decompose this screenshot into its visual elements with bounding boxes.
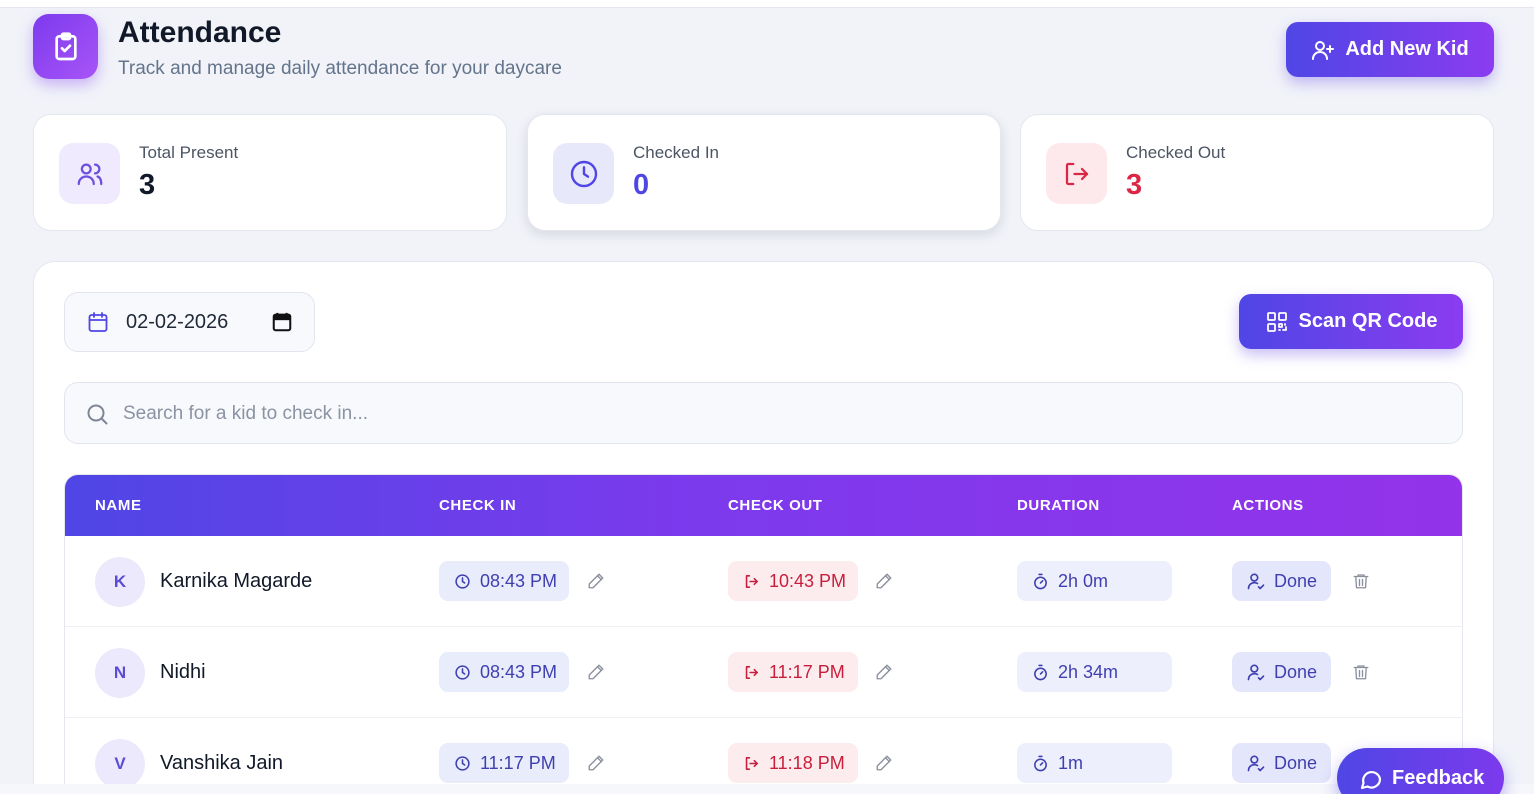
search-input[interactable] bbox=[123, 397, 1423, 431]
check-out-value: 11:18 PM bbox=[769, 752, 845, 773]
top-bar bbox=[0, 0, 1534, 8]
edit-check-in-icon[interactable] bbox=[586, 662, 606, 682]
user-check-icon bbox=[1247, 573, 1265, 590]
clock-icon bbox=[455, 664, 470, 680]
check-out-time: 10:43 PM bbox=[728, 561, 858, 601]
stat-card-checked-out: Checked Out 3 bbox=[1020, 114, 1494, 231]
done-label: Done bbox=[1274, 752, 1318, 773]
column-header-duration: DURATION bbox=[1017, 497, 1100, 514]
duration-value: 1m bbox=[1058, 752, 1084, 773]
duration-badge: 1m bbox=[1017, 743, 1172, 783]
kid-name: Karnika Magarde bbox=[160, 570, 313, 592]
search-bar bbox=[64, 382, 1463, 444]
clock-icon bbox=[553, 143, 614, 204]
users-icon bbox=[59, 143, 120, 204]
stat-label: Checked In bbox=[633, 143, 719, 162]
done-label: Done bbox=[1274, 570, 1318, 591]
calendar-picker-icon[interactable] bbox=[271, 311, 293, 338]
edit-check-out-icon[interactable] bbox=[874, 753, 894, 773]
duration-value: 2h 34m bbox=[1058, 661, 1119, 682]
column-header-check-in: CHECK IN bbox=[439, 497, 517, 514]
done-button[interactable]: Done bbox=[1232, 743, 1331, 783]
check-out-time: 11:18 PM bbox=[728, 743, 858, 783]
avatar: K bbox=[95, 557, 145, 607]
edit-check-out-icon[interactable] bbox=[874, 571, 894, 591]
date-value: 02-02-2026 bbox=[126, 311, 229, 333]
attendance-table: NAME CHECK IN CHECK OUT DURATION ACTIONS… bbox=[64, 474, 1463, 794]
user-check-icon bbox=[1247, 664, 1265, 681]
search-icon bbox=[85, 402, 109, 431]
page-title: Attendance bbox=[118, 16, 282, 49]
check-in-value: 08:43 PM bbox=[480, 661, 558, 682]
duration-value: 2h 0m bbox=[1058, 570, 1109, 591]
scan-qr-code-button[interactable]: Scan QR Code bbox=[1239, 294, 1463, 349]
done-button[interactable]: Done bbox=[1232, 561, 1331, 601]
log-out-icon bbox=[745, 574, 758, 588]
stat-card-total-present: Total Present 3 bbox=[33, 114, 507, 231]
bottom-edge bbox=[0, 784, 1534, 794]
kid-name: Nidhi bbox=[160, 661, 206, 683]
calendar-icon bbox=[86, 310, 110, 339]
feedback-button[interactable]: Feedback bbox=[1337, 748, 1504, 794]
timer-icon bbox=[1034, 664, 1047, 680]
timer-icon bbox=[1034, 573, 1047, 589]
check-out-value: 11:17 PM bbox=[769, 661, 845, 682]
qr-code-icon bbox=[1266, 311, 1287, 332]
feedback-label: Feedback bbox=[1392, 767, 1485, 789]
avatar: N bbox=[95, 648, 145, 698]
edit-check-out-icon[interactable] bbox=[874, 662, 894, 682]
clock-icon bbox=[455, 573, 470, 589]
user-plus-icon bbox=[1312, 40, 1335, 60]
log-out-icon bbox=[1046, 143, 1107, 204]
done-label: Done bbox=[1274, 661, 1318, 682]
check-in-time: 08:43 PM bbox=[439, 652, 569, 692]
table-row: N Nidhi 08:43 PM 11:17 PM 2h 34m Done bbox=[65, 627, 1462, 718]
column-header-name: NAME bbox=[95, 497, 142, 514]
scan-qr-code-label: Scan QR Code bbox=[1298, 310, 1438, 332]
check-out-value: 10:43 PM bbox=[769, 570, 847, 591]
table-row: K Karnika Magarde 08:43 PM 10:43 PM 2h 0… bbox=[65, 536, 1462, 627]
duration-badge: 2h 0m bbox=[1017, 561, 1172, 601]
user-check-icon bbox=[1247, 755, 1265, 772]
stat-value: 3 bbox=[139, 169, 156, 201]
date-picker[interactable]: 02-02-2026 bbox=[64, 292, 315, 352]
stat-card-checked-in: Checked In 0 bbox=[527, 114, 1001, 231]
check-out-time: 11:17 PM bbox=[728, 652, 858, 692]
done-button[interactable]: Done bbox=[1232, 652, 1331, 692]
add-new-kid-button[interactable]: Add New Kid bbox=[1286, 22, 1494, 77]
stat-value: 0 bbox=[633, 169, 650, 201]
stat-value: 3 bbox=[1126, 169, 1143, 201]
stat-label: Total Present bbox=[139, 143, 239, 162]
duration-badge: 2h 34m bbox=[1017, 652, 1172, 692]
edit-check-in-icon[interactable] bbox=[586, 753, 606, 773]
avatar: V bbox=[95, 739, 145, 789]
column-header-check-out: CHECK OUT bbox=[728, 497, 823, 514]
check-in-time: 08:43 PM bbox=[439, 561, 569, 601]
clipboard-check-icon bbox=[33, 14, 98, 79]
log-out-icon bbox=[745, 665, 758, 679]
trash-icon[interactable] bbox=[1351, 661, 1371, 683]
add-new-kid-label: Add New Kid bbox=[1345, 38, 1469, 60]
timer-icon bbox=[1034, 755, 1047, 771]
check-in-value: 08:43 PM bbox=[480, 570, 558, 591]
kid-name: Vanshika Jain bbox=[160, 752, 284, 774]
log-out-icon bbox=[745, 756, 758, 770]
check-in-value: 11:17 PM bbox=[480, 752, 556, 773]
page-subtitle: Track and manage daily attendance for yo… bbox=[118, 58, 562, 79]
clock-icon bbox=[455, 755, 470, 771]
stat-label: Checked Out bbox=[1126, 143, 1226, 162]
check-in-time: 11:17 PM bbox=[439, 743, 569, 783]
column-header-actions: ACTIONS bbox=[1232, 497, 1304, 514]
trash-icon[interactable] bbox=[1351, 570, 1371, 592]
table-header: NAME CHECK IN CHECK OUT DURATION ACTIONS bbox=[65, 475, 1462, 536]
edit-check-in-icon[interactable] bbox=[586, 571, 606, 591]
message-circle-icon bbox=[1360, 770, 1382, 790]
table-row: V Vanshika Jain 11:17 PM 11:18 PM 1m Don… bbox=[65, 718, 1462, 794]
